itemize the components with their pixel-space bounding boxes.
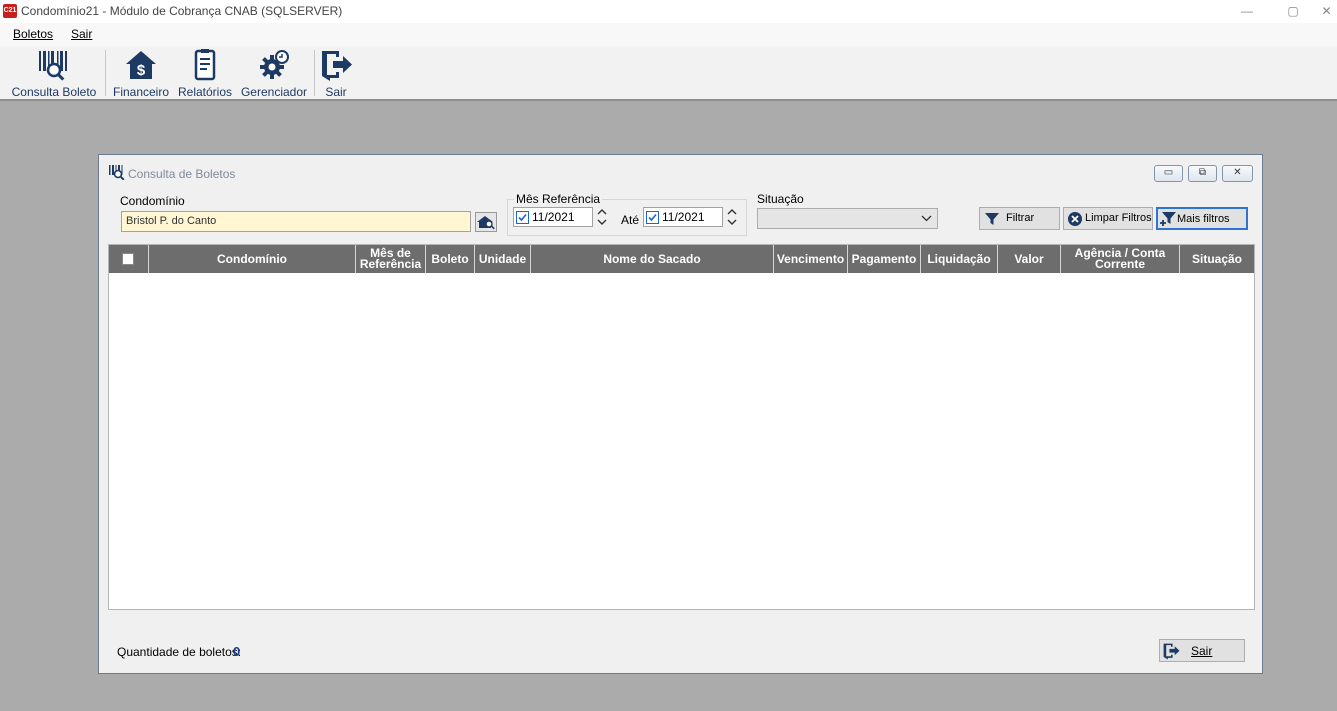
date-from-value: 11/2021 bbox=[532, 210, 575, 224]
filtrar-button[interactable]: Filtrar bbox=[979, 207, 1060, 230]
app-icon: C21 bbox=[3, 4, 17, 18]
toolbar-label: Gerenciador bbox=[240, 85, 308, 99]
date-from-spinner[interactable] bbox=[596, 207, 608, 227]
maximize-button[interactable]: ▢ bbox=[1270, 0, 1316, 23]
limpar-filtros-button[interactable]: Limpar Filtros bbox=[1063, 207, 1153, 230]
situacao-select[interactable] bbox=[757, 208, 938, 229]
date-to-value: 11/2021 bbox=[662, 210, 705, 224]
date-to-picker[interactable]: 11/2021 bbox=[643, 207, 723, 227]
col-condominio[interactable]: Condomínio bbox=[149, 245, 356, 273]
toolbar-label: Consulta Boleto bbox=[11, 85, 97, 99]
exit-door-icon bbox=[1163, 643, 1180, 660]
child-title-bar: Consulta de Boletos ▭ ⧉ ✕ bbox=[99, 155, 1262, 185]
col-pagamento[interactable]: Pagamento bbox=[848, 245, 921, 273]
filtrar-label: Filtrar bbox=[1006, 212, 1035, 224]
title-bar: C21 Condomínio21 - Módulo de Cobrança CN… bbox=[0, 0, 1337, 23]
house-search-icon bbox=[477, 216, 495, 230]
barcode-search-icon bbox=[39, 51, 67, 81]
child-window-title: Consulta de Boletos bbox=[128, 167, 236, 181]
mais-filtros-button[interactable]: Mais filtros bbox=[1156, 207, 1248, 230]
child-restore-button[interactable]: ⧉ bbox=[1188, 165, 1217, 182]
consulta-boletos-window: Consulta de Boletos ▭ ⧉ ✕ Condomínio Bri… bbox=[98, 154, 1263, 674]
financeiro-button[interactable]: $ Financeiro bbox=[111, 48, 171, 99]
sair-toolbar-button[interactable]: Sair bbox=[318, 48, 354, 99]
window-title: Condomínio21 - Módulo de Cobrança CNAB (… bbox=[21, 4, 343, 18]
menu-bar: Boletos Sair bbox=[0, 23, 1337, 46]
svg-text:$: $ bbox=[137, 62, 146, 79]
quantidade-label: Quantidade de boletos: bbox=[117, 645, 242, 659]
checkmark-icon bbox=[518, 213, 527, 222]
condominio-label: Condomínio bbox=[120, 194, 185, 208]
ate-label: Até bbox=[621, 213, 640, 227]
col-nome-sacado[interactable]: Nome do Sacado bbox=[531, 245, 774, 273]
chevron-down-icon bbox=[921, 215, 932, 222]
date-from-picker[interactable]: 11/2021 bbox=[513, 207, 593, 227]
select-all-checkbox[interactable] bbox=[122, 253, 134, 265]
menu-boletos[interactable]: Boletos bbox=[13, 27, 53, 41]
col-mes-referencia[interactable]: Mês de Referência bbox=[356, 245, 426, 273]
filter-add-icon bbox=[1160, 212, 1176, 226]
toolbar-label: Relatórios bbox=[177, 85, 233, 99]
barcode-search-icon bbox=[109, 165, 125, 180]
checkmark-icon bbox=[648, 213, 657, 222]
select-all-column bbox=[109, 245, 149, 273]
col-vencimento[interactable]: Vencimento bbox=[774, 245, 848, 273]
col-unidade[interactable]: Unidade bbox=[475, 245, 531, 273]
date-to-spinner[interactable] bbox=[726, 207, 738, 227]
child-minimize-button[interactable]: ▭ bbox=[1154, 165, 1183, 182]
mes-referencia-label: Mês Referência bbox=[514, 192, 603, 206]
date-to-checkbox[interactable] bbox=[646, 211, 659, 224]
filter-icon bbox=[985, 213, 999, 225]
clear-icon bbox=[1068, 212, 1082, 226]
col-valor[interactable]: Valor bbox=[998, 245, 1061, 273]
toolbar-separator bbox=[105, 50, 106, 96]
toolbar-separator bbox=[314, 50, 315, 96]
gerenciador-button[interactable]: Gerenciador bbox=[239, 48, 309, 99]
house-dollar-icon: $ bbox=[126, 51, 156, 79]
toolbar-label: Sair bbox=[325, 85, 347, 99]
minimize-button[interactable]: — bbox=[1224, 0, 1270, 23]
situacao-label: Situação bbox=[757, 192, 804, 206]
child-close-button[interactable]: ✕ bbox=[1222, 165, 1253, 182]
close-button[interactable]: ✕ bbox=[1316, 0, 1337, 23]
toolbar: Consulta Boleto $ Financeiro Relatórios … bbox=[0, 46, 1337, 101]
sair-label: Sair bbox=[1191, 644, 1213, 658]
sair-button[interactable]: Sair bbox=[1159, 639, 1245, 662]
condominio-field[interactable]: Bristol P. do Canto bbox=[121, 211, 471, 232]
date-from-checkbox[interactable] bbox=[516, 211, 529, 224]
col-situacao[interactable]: Situação bbox=[1180, 245, 1254, 273]
col-liquidacao[interactable]: Liquidação bbox=[921, 245, 998, 273]
boletos-grid[interactable]: Condomínio Mês de Referência Boleto Unid… bbox=[108, 244, 1255, 610]
mais-filtros-label: Mais filtros bbox=[1177, 213, 1230, 225]
condominio-lookup-button[interactable] bbox=[475, 212, 497, 232]
col-boleto[interactable]: Boleto bbox=[426, 245, 475, 273]
col-agencia-conta[interactable]: Agência / Conta Corrente bbox=[1061, 245, 1180, 273]
gear-icon bbox=[260, 50, 289, 79]
limpar-filtros-label: Limpar Filtros bbox=[1085, 212, 1152, 224]
report-icon bbox=[194, 49, 216, 81]
consulta-boleto-button[interactable]: Consulta Boleto bbox=[8, 48, 100, 99]
relatorios-button[interactable]: Relatórios bbox=[176, 48, 234, 99]
toolbar-label: Financeiro bbox=[112, 85, 170, 99]
menu-sair[interactable]: Sair bbox=[71, 27, 92, 41]
quantidade-value: 0 bbox=[233, 644, 241, 659]
exit-door-icon bbox=[322, 51, 352, 81]
grid-header: Condomínio Mês de Referência Boleto Unid… bbox=[109, 245, 1254, 273]
